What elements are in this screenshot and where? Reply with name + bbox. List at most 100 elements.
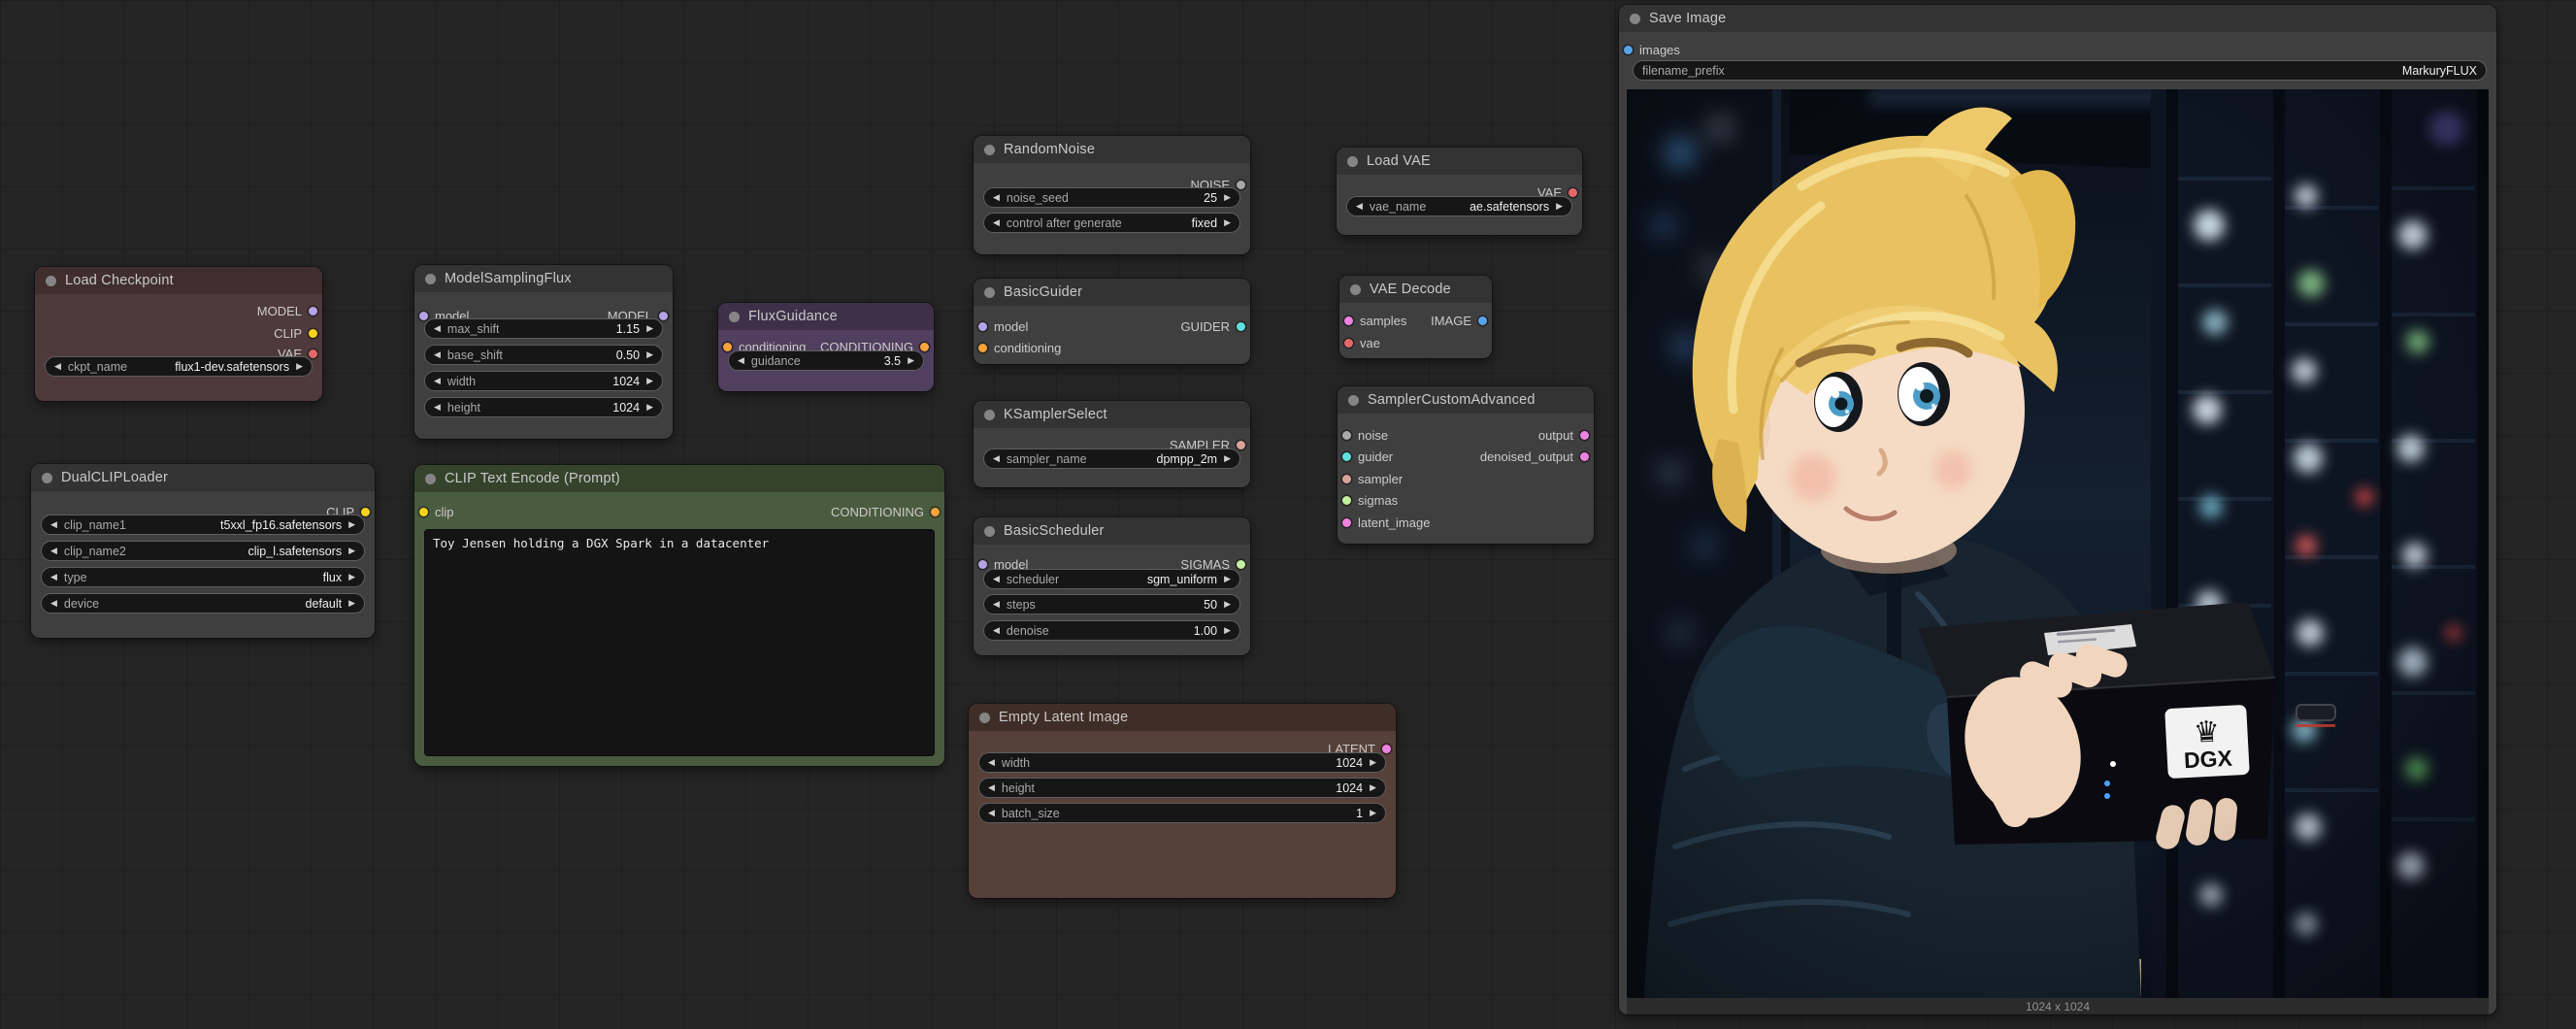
node-ksampler-select[interactable]: KSamplerSelect SAMPLER ◀sampler_namedpmp…: [974, 401, 1250, 487]
slot-dot-conditioning[interactable]: [723, 343, 732, 351]
widget-ckpt-name[interactable]: ◀ckpt_nameflux1-dev.safetensors▶: [45, 356, 313, 377]
slot-dot-guider[interactable]: [1342, 452, 1351, 461]
arrow-left-icon[interactable]: ◀: [50, 573, 57, 581]
arrow-right-icon[interactable]: ▶: [1224, 626, 1231, 635]
arrow-left-icon[interactable]: ◀: [993, 626, 1000, 635]
arrow-right-icon[interactable]: ▶: [908, 356, 914, 365]
slot-dot-latent[interactable]: [1580, 431, 1589, 440]
widget-width[interactable]: ◀width1024▶: [424, 371, 663, 391]
node-flux-guidance[interactable]: FluxGuidance conditioningCONDITIONING ◀g…: [718, 303, 934, 391]
collapse-dot-icon[interactable]: [984, 410, 995, 420]
widget-guidance[interactable]: ◀guidance3.5▶: [728, 350, 924, 371]
widget-denoise[interactable]: ◀denoise1.00▶: [983, 620, 1240, 641]
collapse-dot-icon[interactable]: [1350, 284, 1361, 295]
arrow-right-icon[interactable]: ▶: [646, 350, 653, 359]
slot-dot-clip[interactable]: [309, 329, 317, 338]
node-graph-canvas[interactable]: Load Checkpoint MODEL CLIP VAE ◀ckpt_nam…: [0, 0, 2576, 1029]
slot-dot-vae[interactable]: [1569, 188, 1577, 197]
arrow-left-icon[interactable]: ◀: [434, 403, 441, 412]
node-header[interactable]: Empty Latent Image: [969, 704, 1396, 731]
widget-scheduler[interactable]: ◀schedulersgm_uniform▶: [983, 569, 1240, 589]
arrow-right-icon[interactable]: ▶: [646, 403, 653, 412]
collapse-dot-icon[interactable]: [425, 474, 436, 484]
arrow-left-icon[interactable]: ◀: [434, 324, 441, 333]
widget-height[interactable]: ◀height1024▶: [424, 397, 663, 417]
widget-steps[interactable]: ◀steps50▶: [983, 594, 1240, 614]
node-vae-decode[interactable]: VAE Decode samplesIMAGE vae: [1339, 276, 1492, 358]
node-header[interactable]: FluxGuidance: [718, 303, 934, 330]
widget-max-shift[interactable]: ◀max_shift1.15▶: [424, 318, 663, 339]
arrow-left-icon[interactable]: ◀: [54, 362, 61, 371]
widget-width[interactable]: ◀width1024▶: [978, 752, 1386, 773]
collapse-dot-icon[interactable]: [1630, 14, 1640, 24]
slot-dot-conditioning[interactable]: [920, 343, 929, 351]
slot-dot-latent[interactable]: [1342, 518, 1351, 527]
arrow-right-icon[interactable]: ▶: [296, 362, 303, 371]
node-clip-text-encode[interactable]: CLIP Text Encode (Prompt) clipCONDITIONI…: [414, 465, 944, 766]
widget-type[interactable]: ◀typeflux▶: [41, 567, 365, 587]
collapse-dot-icon[interactable]: [984, 145, 995, 155]
arrow-left-icon[interactable]: ◀: [993, 600, 1000, 609]
arrow-left-icon[interactable]: ◀: [988, 783, 995, 792]
slot-dot-image[interactable]: [1478, 316, 1487, 325]
slot-dot-model[interactable]: [419, 312, 428, 320]
arrow-right-icon[interactable]: ▶: [1370, 783, 1376, 792]
slot-dot-model[interactable]: [978, 322, 987, 331]
collapse-dot-icon[interactable]: [425, 274, 436, 284]
node-header[interactable]: Save Image: [1619, 5, 2496, 32]
collapse-dot-icon[interactable]: [42, 473, 52, 483]
widget-filename-prefix[interactable]: filename_prefixMarkuryFLUX: [1633, 60, 2487, 81]
widget-clip-name2[interactable]: ◀clip_name2clip_l.safetensors▶: [41, 541, 365, 561]
widget-batch-size[interactable]: ◀batch_size1▶: [978, 803, 1386, 823]
arrow-left-icon[interactable]: ◀: [993, 193, 1000, 202]
node-header[interactable]: VAE Decode: [1339, 276, 1492, 303]
slot-dot-latent[interactable]: [1382, 745, 1391, 753]
arrow-right-icon[interactable]: ▶: [1370, 758, 1376, 767]
arrow-right-icon[interactable]: ▶: [1224, 575, 1231, 583]
arrow-left-icon[interactable]: ◀: [993, 218, 1000, 227]
node-sampler-custom-advanced[interactable]: SamplerCustomAdvanced noiseoutput guider…: [1338, 386, 1594, 544]
arrow-right-icon[interactable]: ▶: [348, 520, 355, 529]
widget-clip-name1[interactable]: ◀clip_name1t5xxl_fp16.safetensors▶: [41, 514, 365, 535]
arrow-right-icon[interactable]: ▶: [646, 377, 653, 385]
widget-device[interactable]: ◀devicedefault▶: [41, 593, 365, 614]
arrow-right-icon[interactable]: ▶: [1224, 193, 1231, 202]
slot-dot-vae[interactable]: [309, 349, 317, 358]
slot-dot-sigmas[interactable]: [1237, 560, 1245, 569]
node-header[interactable]: KSamplerSelect: [974, 401, 1250, 428]
arrow-left-icon[interactable]: ◀: [50, 520, 57, 529]
node-header[interactable]: CLIP Text Encode (Prompt): [414, 465, 944, 492]
node-load-checkpoint[interactable]: Load Checkpoint MODEL CLIP VAE ◀ckpt_nam…: [35, 267, 322, 401]
arrow-right-icon[interactable]: ▶: [348, 573, 355, 581]
slot-dot-model[interactable]: [309, 307, 317, 315]
node-dual-clip-loader[interactable]: DualCLIPLoader CLIP ◀clip_name1t5xxl_fp1…: [31, 464, 375, 638]
widget-base-shift[interactable]: ◀base_shift0.50▶: [424, 345, 663, 365]
slot-dot-clip[interactable]: [361, 508, 370, 516]
slot-dot-conditioning[interactable]: [978, 344, 987, 352]
image-preview[interactable]: ♛ DGX: [1627, 89, 2489, 998]
widget-vae-name[interactable]: ◀vae_nameae.safetensors▶: [1346, 196, 1572, 216]
node-header[interactable]: DualCLIPLoader: [31, 464, 375, 491]
node-empty-latent-image[interactable]: Empty Latent Image LATENT ◀width1024▶ ◀h…: [969, 704, 1396, 898]
node-model-sampling-flux[interactable]: ModelSamplingFlux modelMODEL ◀max_shift1…: [414, 265, 673, 439]
collapse-dot-icon[interactable]: [729, 312, 740, 322]
slot-dot-sigmas[interactable]: [1342, 496, 1351, 505]
node-header[interactable]: ModelSamplingFlux: [414, 265, 673, 292]
node-basic-guider[interactable]: BasicGuider modelGUIDER conditioning: [974, 279, 1250, 364]
slot-dot-guider[interactable]: [1237, 322, 1245, 331]
node-random-noise[interactable]: RandomNoise NOISE ◀noise_seed25▶ ◀contro…: [974, 136, 1250, 254]
collapse-dot-icon[interactable]: [984, 526, 995, 537]
arrow-right-icon[interactable]: ▶: [646, 324, 653, 333]
widget-height[interactable]: ◀height1024▶: [978, 778, 1386, 798]
arrow-left-icon[interactable]: ◀: [50, 599, 57, 608]
arrow-left-icon[interactable]: ◀: [434, 377, 441, 385]
widget-sampler-name[interactable]: ◀sampler_namedpmpp_2m▶: [983, 448, 1240, 469]
widget-control-after-generate[interactable]: ◀control after generatefixed▶: [983, 213, 1240, 233]
arrow-left-icon[interactable]: ◀: [993, 575, 1000, 583]
arrow-left-icon[interactable]: ◀: [993, 454, 1000, 463]
arrow-left-icon[interactable]: ◀: [50, 547, 57, 555]
collapse-dot-icon[interactable]: [984, 287, 995, 298]
arrow-left-icon[interactable]: ◀: [988, 809, 995, 817]
prompt-textarea[interactable]: Toy Jensen holding a DGX Spark in a data…: [424, 529, 935, 756]
node-header[interactable]: Load VAE: [1337, 148, 1582, 175]
